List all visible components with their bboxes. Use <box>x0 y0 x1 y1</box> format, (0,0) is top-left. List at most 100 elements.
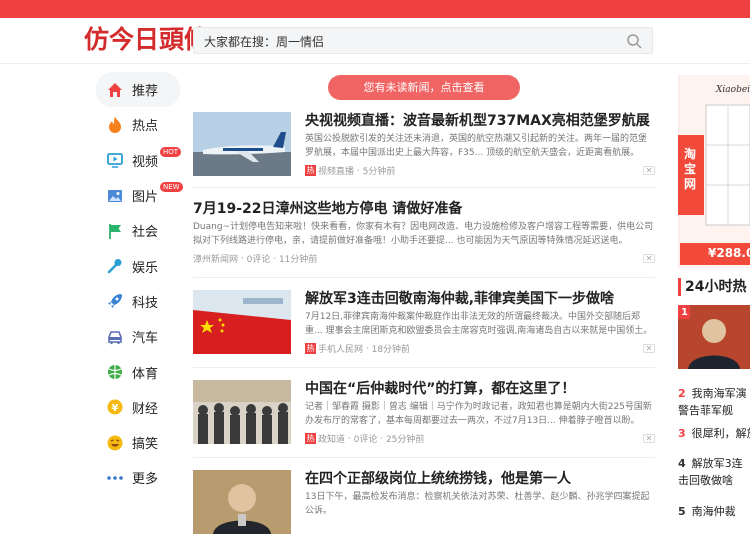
sidebar-item-finance[interactable]: ¥ 财经 <box>96 390 180 425</box>
top-red-bar <box>0 0 750 18</box>
news-thumbnail-flag[interactable] <box>193 290 291 354</box>
home-icon <box>106 81 124 99</box>
search-box[interactable] <box>193 27 653 54</box>
sidebar-item-label: 娱乐 <box>132 260 159 276</box>
feed-item[interactable]: 中国在“后仲裁时代”的打算，都在这里了！ 记者｜邹春霞 摄影｜曾志 编辑｜马宁作… <box>193 378 655 458</box>
feed-item[interactable]: 央视视频直播：波音最新机型737MAX亮相范堡罗航展 英国公投脱欧引发的关注还未… <box>193 108 655 188</box>
sidebar-item-hot[interactable]: 热点 <box>96 107 180 142</box>
hot-rank-number: 5 <box>678 505 686 518</box>
sidebar-item-society[interactable]: 社会 <box>96 213 180 248</box>
news-comments[interactable]: 0评论 <box>247 252 271 265</box>
flame-icon <box>106 116 124 134</box>
sidebar-item-tech[interactable]: 科技 <box>96 284 180 319</box>
sidebar-item-recommend[interactable]: 推荐 <box>96 72 180 108</box>
hot-list-item[interactable]: 4 解放军3连击回敬做啥 <box>678 455 750 489</box>
rocket-icon <box>106 292 124 310</box>
news-source[interactable]: 视频直播 <box>318 164 354 177</box>
news-thumbnail-airplane[interactable] <box>193 112 291 176</box>
hot-item-text[interactable]: 解放军3连击回敬做啥 <box>678 457 743 487</box>
smile-icon <box>106 434 124 452</box>
feed-item[interactable]: 7月19-22日漳州这些地方停电 请做好准备 Duang~计划停电告知来啦！快来… <box>193 198 655 278</box>
header: 仿今日頭條 <box>0 18 750 64</box>
news-abstract: 英国公投脱欧引发的关注还未消退，英国的航空热潮又引起新的关注。两年一届的范堡罗航… <box>305 134 648 158</box>
sidebar-item-label: 汽车 <box>132 331 159 347</box>
taobao-ad[interactable]: Xiaobei 淘宝网 ¥288.0 <box>678 75 750 268</box>
sidebar-item-label: 推荐 <box>132 84 159 100</box>
sidebar-item-label: 财经 <box>132 401 159 417</box>
hot-tag: 热 <box>305 433 316 444</box>
news-abstract: Duang~计划停电告知来啦！快来看看，你家有木有？因电网改造、电力设施检修及客… <box>193 222 654 246</box>
hot-item-text[interactable]: 很犀利，解放 <box>692 427 750 440</box>
dislike-close-button[interactable]: ✕ <box>643 166 655 175</box>
news-thumbnail-portrait[interactable] <box>193 470 291 534</box>
hot-list-item[interactable]: 2 我南海军演警告菲军舰 <box>678 385 750 419</box>
news-thumbnail-crowd[interactable] <box>193 380 291 444</box>
sidebar-item-images[interactable]: 图片 NEW <box>96 178 183 213</box>
hot-rank-number: 4 <box>678 457 686 470</box>
sidebar-item-video[interactable]: 视频 HOT <box>96 143 182 178</box>
news-comments[interactable]: 0评论 <box>354 432 378 445</box>
feed-item[interactable]: 解放军3连击回敬南海仲裁,菲律宾美国下一步做啥 7月12日,菲律宾南海仲裁案仲裁… <box>193 288 655 368</box>
ad-brand-text: Xiaobei <box>716 85 750 95</box>
news-title[interactable]: 7月19-22日漳州这些地方停电 请做好准备 <box>193 200 462 218</box>
dislike-close-button[interactable]: ✕ <box>643 434 655 443</box>
sidebar-item-label: 更多 <box>132 472 159 488</box>
feed-item[interactable]: 在四个正部级岗位上统统捞钱，他是第一人 13日下午，最高检发布消息：检察机关依法… <box>193 468 655 534</box>
news-meta: 热 政知道 · 0评论 · 25分钟前 <box>305 432 424 445</box>
search-input[interactable] <box>204 31 624 51</box>
hot-rank-number: 2 <box>678 387 686 400</box>
news-title[interactable]: 中国在“后仲裁时代”的打算，都在这里了！ <box>305 380 575 398</box>
search-icon[interactable] <box>626 33 642 49</box>
ad-taobao-text: 淘宝网 <box>684 147 697 191</box>
hot-list-item[interactable]: 3 很犀利，解放 <box>678 425 750 442</box>
news-abstract: 7月12日,菲律宾南海仲裁案仲裁庭作出非法无效的所谓最终裁决。中国外交部随后郑重… <box>305 312 653 336</box>
news-title[interactable]: 央视视频直播：波音最新机型737MAX亮相范堡罗航展 <box>305 112 650 130</box>
sidebar-item-sports[interactable]: 体育 <box>96 354 180 389</box>
news-source[interactable]: 政知道 <box>318 432 345 445</box>
sidebar-item-more[interactable]: 更多 <box>96 460 180 495</box>
unread-news-button[interactable]: 您有未读新闻，点击查看 <box>328 75 520 100</box>
meta-separator: · <box>345 433 354 444</box>
news-abstract: 记者｜邹春霞 摄影｜曾志 编辑｜马宁作为时政记者，政知君也算是朝内大街225号国… <box>305 402 652 426</box>
meta-separator: · <box>270 253 279 264</box>
dislike-close-button[interactable]: ✕ <box>643 344 655 353</box>
dislike-close-button[interactable]: ✕ <box>643 254 655 263</box>
hot-item-thumbnail[interactable] <box>678 305 750 369</box>
sidebar-item-label: 热点 <box>132 119 159 135</box>
news-abstract: 13日下午，最高检发布消息：检察机关依法对苏荣、杜善学、赵少麟、孙兆学四案提起公… <box>305 492 650 516</box>
sidebar-item-label: 科技 <box>132 295 159 311</box>
ball-icon <box>106 363 124 381</box>
hot-list-item[interactable]: 1 <box>678 305 750 369</box>
sidebar-item-entertainment[interactable]: 娱乐 <box>96 248 180 283</box>
news-source[interactable]: 手机人民网 <box>318 342 363 355</box>
new-badge: NEW <box>160 181 183 192</box>
hot-list-item[interactable]: 5 南海仲裁 <box>678 503 750 520</box>
video-icon <box>106 151 124 169</box>
news-time: 11分钟前 <box>278 255 318 265</box>
meta-separator: · <box>238 253 247 264</box>
hot-24h-title: 24小时热 <box>678 278 750 296</box>
image-icon <box>106 187 124 205</box>
hot-rank-number: 3 <box>678 427 686 440</box>
news-time: 18分钟前 <box>371 345 411 355</box>
hot-item-text[interactable]: 南海仲裁 <box>692 505 736 518</box>
news-title[interactable]: 解放军3连击回敬南海仲裁,菲律宾美国下一步做啥 <box>305 290 614 308</box>
car-icon <box>106 328 124 346</box>
microphone-icon <box>106 257 124 275</box>
hot-rank-number: 1 <box>681 307 688 318</box>
news-meta: 热 视频直播 · 5分钟前 <box>305 164 395 177</box>
sidebar-item-label: 图片 <box>132 190 159 206</box>
site-logo[interactable]: 仿今日頭條 <box>84 24 209 56</box>
meta-separator: · <box>354 165 363 176</box>
sidebar-item-auto[interactable]: 汽车 <box>96 319 180 354</box>
news-meta: 热 手机人民网 · 18分钟前 <box>305 342 410 355</box>
ad-price: ¥288.0 <box>708 246 750 260</box>
news-meta: 漳州新闻网 · 0评论 · 11分钟前 <box>193 252 318 266</box>
news-source[interactable]: 漳州新闻网 <box>193 252 238 265</box>
sidebar-item-label: 搞笑 <box>132 437 159 453</box>
news-title[interactable]: 在四个正部级岗位上统统捞钱，他是第一人 <box>305 470 571 488</box>
hot-badge: HOT <box>160 146 182 157</box>
news-time: 25分钟前 <box>385 435 425 445</box>
sidebar-item-funny[interactable]: 搞笑 <box>96 425 180 460</box>
hot-item-text[interactable]: 我南海军演警告菲军舰 <box>678 387 747 417</box>
